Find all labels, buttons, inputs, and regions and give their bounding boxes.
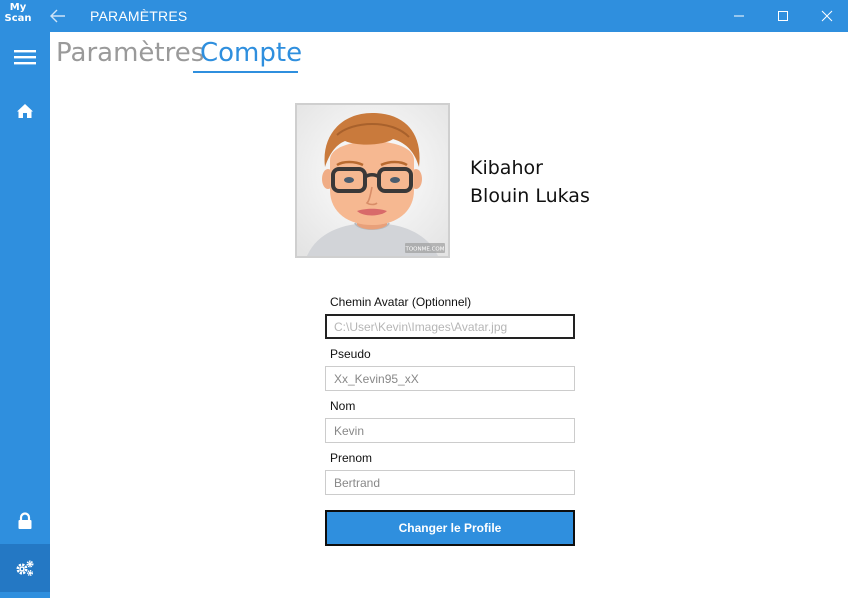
- app-logo-line2: Scan: [4, 13, 32, 24]
- minimize-icon: [734, 15, 744, 17]
- maximize-button[interactable]: [760, 0, 806, 32]
- window-title: PARAMÈTRES: [90, 8, 188, 24]
- nom-input[interactable]: [325, 418, 575, 443]
- title-bar: My Scan PARAMÈTRES: [0, 0, 848, 32]
- hamburger-icon: [14, 50, 36, 65]
- app-logo: My Scan: [3, 2, 33, 30]
- minimize-button[interactable]: [716, 0, 762, 32]
- prenom-input[interactable]: [325, 470, 575, 495]
- avatar-path-input[interactable]: [325, 314, 575, 339]
- back-button[interactable]: [48, 6, 68, 26]
- change-profile-button[interactable]: Changer le Profile: [325, 510, 575, 546]
- gears-icon: [16, 560, 34, 577]
- avatar-image: TOONME.COM: [297, 105, 448, 256]
- tab-parametres[interactable]: Paramètres: [56, 36, 204, 70]
- profile-pseudo: Kibahor: [470, 157, 543, 179]
- avatar: TOONME.COM: [295, 103, 450, 258]
- sidebar-item-settings[interactable]: [0, 544, 50, 592]
- profile-full-name: Blouin Lukas: [470, 185, 590, 207]
- sidebar-menu-button[interactable]: [0, 34, 50, 80]
- active-tab-indicator: [193, 71, 298, 73]
- close-icon: [821, 10, 833, 22]
- maximize-icon: [778, 11, 788, 21]
- sidebar: [0, 32, 50, 598]
- arrow-left-icon: [50, 9, 65, 23]
- prenom-label: Prenom: [330, 451, 373, 465]
- app-logo-line1: My: [9, 2, 27, 13]
- avatar-path-label: Chemin Avatar (Optionnel): [330, 295, 472, 309]
- avatar-watermark: TOONME.COM: [404, 247, 444, 253]
- sidebar-item-home[interactable]: [0, 88, 50, 134]
- nom-label: Nom: [330, 399, 356, 413]
- pseudo-label: Pseudo: [330, 347, 371, 361]
- lock-icon: [18, 512, 32, 529]
- close-button[interactable]: [804, 0, 848, 32]
- pseudo-input[interactable]: [325, 366, 575, 391]
- sidebar-item-lock[interactable]: [0, 498, 50, 544]
- tab-compte[interactable]: Compte: [200, 36, 302, 70]
- home-icon: [17, 104, 33, 118]
